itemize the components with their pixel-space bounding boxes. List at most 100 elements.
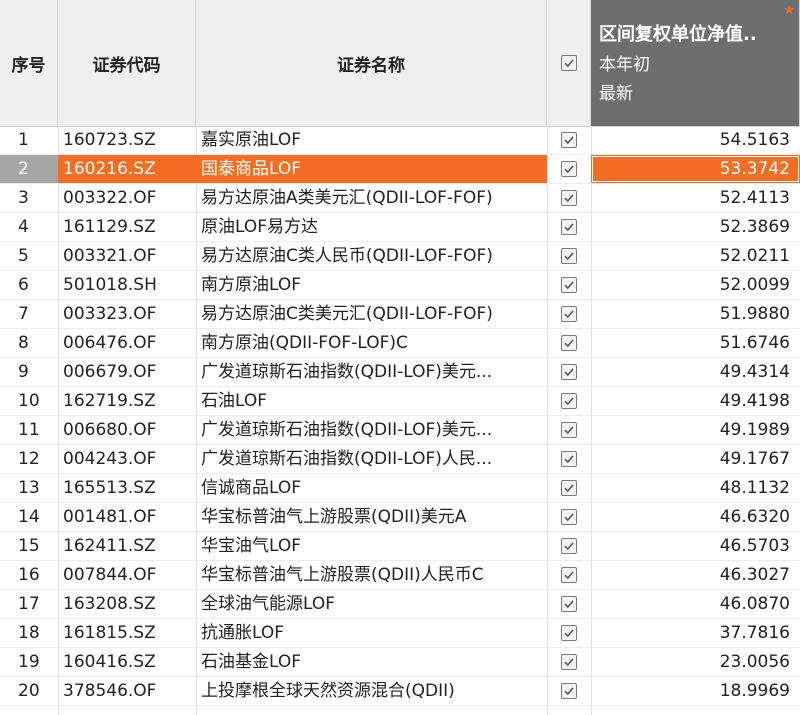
table-row[interactable]: 15 162411.SZ 华宝油气LOF 46.5703 bbox=[0, 532, 800, 561]
security-name-cell[interactable]: 原油LOF易方达 bbox=[196, 213, 547, 241]
nav-value-cell[interactable]: 23.0056 bbox=[591, 648, 800, 676]
security-name-cell[interactable]: 易方达原油C类人民币(QDII-LOF-FOF) bbox=[196, 242, 547, 270]
row-number[interactable]: 5 bbox=[0, 242, 58, 270]
nav-value-cell[interactable]: 49.1767 bbox=[591, 445, 800, 473]
security-code-cell[interactable]: 162719.SZ bbox=[58, 387, 196, 415]
row-checkbox-cell[interactable] bbox=[547, 387, 591, 415]
table-row[interactable]: 1 160723.SZ 嘉实原油LOF 54.5163 bbox=[0, 126, 800, 155]
row-checkbox-cell[interactable] bbox=[547, 329, 591, 357]
security-code-cell[interactable]: 378546.OF bbox=[58, 677, 196, 705]
security-code-cell[interactable]: 501018.SH bbox=[58, 271, 196, 299]
row-checkbox-cell[interactable] bbox=[547, 155, 591, 183]
row-checkbox-cell[interactable] bbox=[547, 300, 591, 328]
checkbox-checked-icon[interactable] bbox=[560, 55, 577, 71]
checkbox-checked-icon[interactable] bbox=[561, 306, 577, 322]
column-header-value[interactable]: 区间复权单位净值.. 本年初 最新 ★ bbox=[591, 0, 800, 126]
row-number[interactable]: 15 bbox=[0, 532, 58, 560]
security-code-cell[interactable]: 001481.OF bbox=[58, 503, 196, 531]
table-row[interactable]: 16 007844.OF 华宝标普油气上游股票(QDII)人民币C 46.3027 bbox=[0, 561, 800, 590]
table-row[interactable]: 8 006476.OF 南方原油(QDII-FOF-LOF)C 51.6746 bbox=[0, 329, 800, 358]
checkbox-checked-icon[interactable] bbox=[561, 335, 577, 351]
security-code-cell[interactable]: 160723.SZ bbox=[58, 126, 196, 154]
security-code-cell[interactable]: 161129.SZ bbox=[58, 213, 196, 241]
table-row[interactable]: 11 006680.OF 广发道琼斯石油指数(QDII-LOF)美元... 49.19… bbox=[0, 416, 800, 445]
column-header-code[interactable]: 证券代码 bbox=[58, 0, 196, 126]
security-code-cell[interactable]: 006679.OF bbox=[58, 358, 196, 386]
checkbox-checked-icon[interactable] bbox=[561, 248, 577, 264]
security-name-cell[interactable]: 石油基金LOF bbox=[196, 648, 547, 676]
checkbox-checked-icon[interactable] bbox=[561, 422, 577, 438]
row-number[interactable]: 20 bbox=[0, 677, 58, 705]
row-number[interactable]: 12 bbox=[0, 445, 58, 473]
nav-value-cell[interactable]: 52.3869 bbox=[591, 213, 800, 241]
nav-value-cell[interactable]: 49.1989 bbox=[591, 416, 800, 444]
security-code-cell[interactable]: 161815.SZ bbox=[58, 619, 196, 647]
row-number[interactable]: 4 bbox=[0, 213, 58, 241]
row-checkbox-cell[interactable] bbox=[547, 619, 591, 647]
security-code-cell[interactable]: 003322.OF bbox=[58, 184, 196, 212]
row-number[interactable]: 19 bbox=[0, 648, 58, 676]
security-name-cell[interactable]: 上投摩根全球天然资源混合(QDII) bbox=[196, 677, 547, 705]
row-number[interactable]: 13 bbox=[0, 474, 58, 502]
checkbox-checked-icon[interactable] bbox=[561, 364, 577, 380]
security-name-cell[interactable]: 全球油气能源LOF bbox=[196, 590, 547, 618]
table-row[interactable]: 18 161815.SZ 抗通胀LOF 37.7816 bbox=[0, 619, 800, 648]
nav-value-cell[interactable]: 52.0099 bbox=[591, 271, 800, 299]
table-row[interactable]: 14 001481.OF 华宝标普油气上游股票(QDII)美元A 46.6320 bbox=[0, 503, 800, 532]
table-row[interactable]: 12 004243.OF 广发道琼斯石油指数(QDII-LOF)人民... 49.17… bbox=[0, 445, 800, 474]
row-number[interactable]: 2 bbox=[0, 155, 58, 183]
row-checkbox-cell[interactable] bbox=[547, 532, 591, 560]
security-name-cell[interactable]: 广发道琼斯石油指数(QDII-LOF)美元... bbox=[196, 358, 547, 386]
table-row[interactable]: 3 003322.OF 易方达原油A类美元汇(QDII-LOF-FOF) 52.411… bbox=[0, 184, 800, 213]
security-name-cell[interactable]: 南方原油LOF bbox=[196, 271, 547, 299]
row-number[interactable]: 10 bbox=[0, 387, 58, 415]
row-number[interactable]: 16 bbox=[0, 561, 58, 589]
security-code-cell[interactable]: 003323.OF bbox=[58, 300, 196, 328]
nav-value-cell[interactable]: 52.0211 bbox=[591, 242, 800, 270]
table-row[interactable]: 10 162719.SZ 石油LOF 49.4198 bbox=[0, 387, 800, 416]
row-checkbox-cell[interactable] bbox=[547, 358, 591, 386]
table-row[interactable]: 2 160216.SZ 国泰商品LOF 53.3742 bbox=[0, 155, 800, 184]
checkbox-checked-icon[interactable] bbox=[561, 277, 577, 293]
checkbox-checked-icon[interactable] bbox=[561, 596, 577, 612]
row-checkbox-cell[interactable] bbox=[547, 184, 591, 212]
row-number[interactable]: 3 bbox=[0, 184, 58, 212]
table-row[interactable]: 9 006679.OF 广发道琼斯石油指数(QDII-LOF)美元... 49.431… bbox=[0, 358, 800, 387]
checkbox-checked-icon[interactable] bbox=[561, 190, 577, 206]
security-code-cell[interactable]: 163208.SZ bbox=[58, 590, 196, 618]
security-code-cell[interactable]: 160416.SZ bbox=[58, 648, 196, 676]
row-checkbox-cell[interactable] bbox=[547, 648, 591, 676]
security-name-cell[interactable]: 国泰商品LOF bbox=[196, 155, 547, 183]
row-number[interactable]: 6 bbox=[0, 271, 58, 299]
nav-value-cell[interactable]: 51.6746 bbox=[591, 329, 800, 357]
security-code-cell[interactable]: 003321.OF bbox=[58, 242, 196, 270]
security-name-cell[interactable]: 易方达原油A类美元汇(QDII-LOF-FOF) bbox=[196, 184, 547, 212]
security-name-cell[interactable]: 华宝标普油气上游股票(QDII)人民币C bbox=[196, 561, 547, 589]
security-name-cell[interactable]: 石油LOF bbox=[196, 387, 547, 415]
row-number[interactable]: 7 bbox=[0, 300, 58, 328]
checkbox-checked-icon[interactable] bbox=[561, 538, 577, 554]
security-name-cell[interactable]: 抗通胀LOF bbox=[196, 619, 547, 647]
checkbox-checked-icon[interactable] bbox=[561, 625, 577, 641]
nav-value-cell[interactable]: 53.3742 bbox=[591, 155, 800, 183]
row-checkbox-cell[interactable] bbox=[547, 474, 591, 502]
security-code-cell[interactable]: 006680.OF bbox=[58, 416, 196, 444]
security-name-cell[interactable]: 信诚商品LOF bbox=[196, 474, 547, 502]
security-name-cell[interactable]: 嘉实原油LOF bbox=[196, 126, 547, 154]
nav-value-cell[interactable]: 46.0870 bbox=[591, 590, 800, 618]
row-number[interactable]: 1 bbox=[0, 126, 58, 154]
table-row[interactable]: 5 003321.OF 易方达原油C类人民币(QDII-LOF-FOF) 52.021… bbox=[0, 242, 800, 271]
checkbox-checked-icon[interactable] bbox=[561, 219, 577, 235]
row-checkbox-cell[interactable] bbox=[547, 213, 591, 241]
column-header-select-all[interactable] bbox=[547, 0, 591, 126]
nav-value-cell[interactable]: 18.9969 bbox=[591, 677, 800, 705]
column-header-seq[interactable]: 序号 bbox=[0, 0, 58, 126]
checkbox-checked-icon[interactable] bbox=[561, 393, 577, 409]
security-code-cell[interactable]: 162411.SZ bbox=[58, 532, 196, 560]
nav-value-cell[interactable]: 46.3027 bbox=[591, 561, 800, 589]
column-header-name[interactable]: 证券名称 bbox=[196, 0, 547, 126]
row-number[interactable]: 17 bbox=[0, 590, 58, 618]
security-name-cell[interactable]: 广发道琼斯石油指数(QDII-LOF)美元... bbox=[196, 416, 547, 444]
table-row[interactable]: 17 163208.SZ 全球油气能源LOF 46.0870 bbox=[0, 590, 800, 619]
checkbox-checked-icon[interactable] bbox=[561, 683, 577, 699]
